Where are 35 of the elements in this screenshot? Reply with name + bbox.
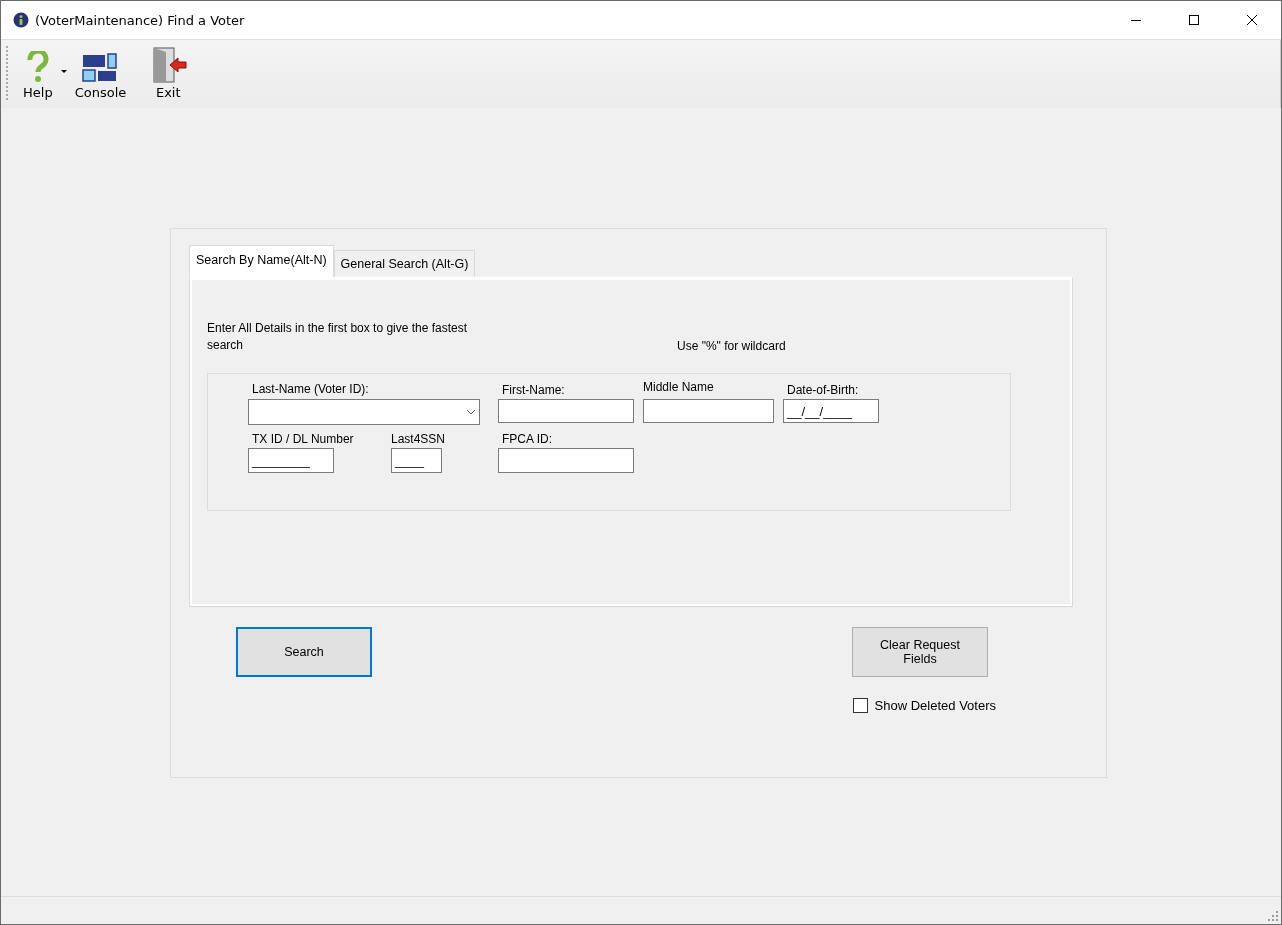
tab[interactable]: General Search (Alt-G) bbox=[333, 250, 476, 277]
toolbar-button[interactable]: Help bbox=[17, 44, 59, 100]
field-label: Date-of-Birth: bbox=[786, 383, 860, 397]
tab[interactable]: Search By Name(Alt-N) bbox=[189, 245, 334, 277]
toolbar-button[interactable]: Console bbox=[68, 44, 133, 100]
input-field[interactable] bbox=[498, 448, 634, 473]
field-label: TX ID / DL Number bbox=[251, 432, 355, 446]
toolbar-grip-icon bbox=[6, 46, 9, 102]
window-title: (VoterMaintenance) Find a Voter bbox=[35, 12, 245, 28]
input-field[interactable] bbox=[498, 399, 634, 423]
dropdown-caret-icon[interactable] bbox=[60, 70, 67, 74]
maximize-icon bbox=[1188, 14, 1200, 26]
info-icon bbox=[13, 12, 29, 28]
field-label: FPCA ID: bbox=[501, 432, 553, 446]
close-icon bbox=[1246, 14, 1258, 26]
input-field[interactable]: __/__/____ bbox=[783, 399, 879, 423]
wildcard-note: Use "%" for wildcard bbox=[677, 339, 786, 353]
field-label: First-Name: bbox=[501, 383, 566, 397]
resize-grip-icon[interactable] bbox=[1267, 910, 1279, 922]
input-field[interactable]: ____ bbox=[391, 448, 442, 473]
input-field[interactable] bbox=[643, 399, 774, 423]
question-mark-icon bbox=[25, 51, 50, 83]
search-button[interactable]: Search bbox=[236, 627, 372, 677]
toolbar-button[interactable]: Exit bbox=[142, 44, 195, 100]
checkbox-label: Show Deleted Voters bbox=[874, 698, 996, 713]
input-field[interactable]: ________ bbox=[248, 448, 334, 473]
field-label: Middle Name bbox=[643, 380, 715, 394]
field-label: Last-Name (Voter ID): bbox=[251, 382, 370, 396]
panels-icon bbox=[82, 53, 119, 83]
instruction-text: Enter All Details in the first box to give the fastest search bbox=[207, 320, 469, 354]
combo-box[interactable] bbox=[248, 399, 480, 425]
field-label: Last4SSN bbox=[391, 432, 447, 446]
chevron-down-icon bbox=[466, 409, 476, 415]
clear-button[interactable]: Clear Request Fields bbox=[852, 627, 988, 677]
checkbox[interactable] bbox=[852, 698, 868, 713]
